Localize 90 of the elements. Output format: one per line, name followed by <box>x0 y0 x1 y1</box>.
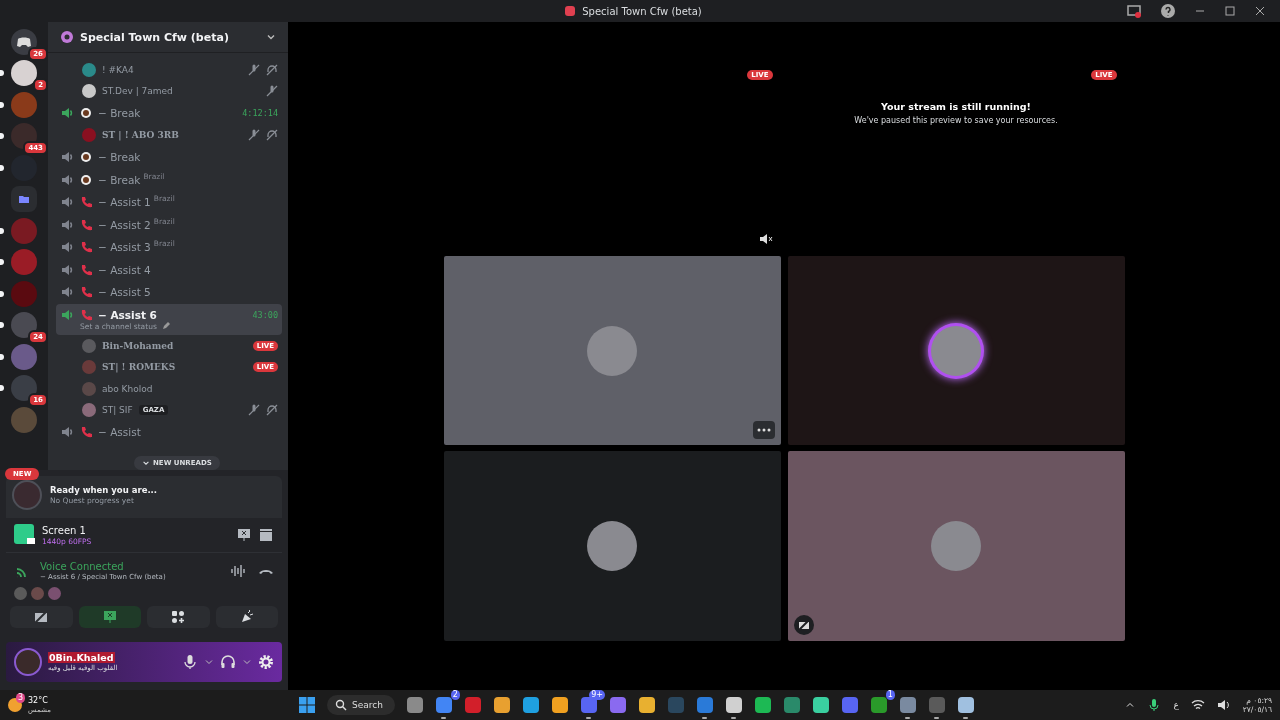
microphone-icon[interactable] <box>182 654 198 670</box>
call-timer: 43:00 <box>252 309 278 320</box>
server-icon[interactable] <box>11 60 37 87</box>
stop-stream-icon[interactable] <box>236 527 252 543</box>
voice-user[interactable]: abo Kholod <box>56 378 282 400</box>
waveform-icon[interactable] <box>230 563 246 579</box>
chevron-icon[interactable] <box>204 657 214 667</box>
app-icon <box>564 5 577 17</box>
phone-icon <box>80 241 92 254</box>
clapper-icon[interactable] <box>258 527 274 543</box>
user-avatar[interactable] <box>14 648 42 676</box>
temperature: 32°C <box>28 696 49 705</box>
gear-icon <box>60 30 74 44</box>
window-title: Special Town Cfw (beta) <box>582 5 702 17</box>
control-button[interactable] <box>215 606 278 628</box>
voice-channel[interactable]: − Break 4:12:14 <box>56 102 282 125</box>
screen-share-icon <box>14 524 36 546</box>
voice-status[interactable]: Voice Connected <box>40 561 166 572</box>
chevron-up-icon[interactable] <box>1125 700 1136 710</box>
phone-icon <box>80 218 92 231</box>
shapes-icon <box>170 609 187 625</box>
notification-badge: 3 <box>16 693 26 703</box>
app-icon[interactable] <box>551 697 568 713</box>
app-icon[interactable] <box>754 697 771 713</box>
screen-share-icon <box>101 609 118 625</box>
voice-channel[interactable]: − Assist 4 <box>56 258 282 281</box>
settings-icon[interactable] <box>258 654 274 670</box>
search-icon <box>335 699 347 711</box>
app-icon[interactable] <box>899 697 916 713</box>
control-button[interactable] <box>10 606 73 628</box>
app-icon[interactable] <box>493 697 510 713</box>
muted-speaker-icon[interactable] <box>758 232 773 246</box>
language-indicator[interactable]: ع <box>1173 700 1179 710</box>
sun-icon <box>8 698 22 712</box>
folder-icon <box>18 193 30 206</box>
cup-icon <box>80 151 92 164</box>
voice-user[interactable]: ! #KA4 <box>56 59 282 81</box>
stream-message: Your stream is still running! <box>881 101 1031 112</box>
call-timer: 4:12:14 <box>242 108 278 119</box>
voice-channel[interactable]: − Assist 5 <box>56 281 282 304</box>
phone-icon <box>80 263 92 276</box>
headphones-icon[interactable] <box>220 654 236 670</box>
start-icon[interactable] <box>298 696 316 714</box>
search-box[interactable]: Search <box>327 695 395 715</box>
phone-icon <box>80 196 92 209</box>
help-icon[interactable] <box>1160 3 1176 19</box>
app-icon[interactable] <box>812 697 829 713</box>
control-button[interactable] <box>78 606 141 628</box>
stream-note: We've paused this preview to save your resources. <box>854 116 1058 125</box>
pencil-icon <box>160 321 171 331</box>
chevron-icon <box>266 32 276 42</box>
app-icon[interactable] <box>638 697 655 713</box>
quest-avatar <box>12 480 42 510</box>
voice-channel[interactable]: − Break <box>56 146 282 169</box>
maximize-icon[interactable] <box>1224 5 1236 17</box>
voice-user[interactable]: ST | ! ABO 3RB <box>56 124 282 146</box>
app-icon[interactable] <box>725 697 742 713</box>
app-badge: 9+ <box>589 690 605 700</box>
app-icon[interactable] <box>957 697 974 713</box>
cup-icon <box>80 173 92 186</box>
phone-icon <box>80 308 92 321</box>
voice-user[interactable]: ST.Dev | 7amed <box>56 80 282 102</box>
participant-avatar[interactable] <box>48 587 61 600</box>
participant-tile[interactable] <box>787 256 1125 445</box>
chevron-icon <box>142 459 150 467</box>
participant-tile[interactable] <box>443 451 781 641</box>
app-icon[interactable] <box>406 697 423 713</box>
voice-channel[interactable]: − Assist <box>56 421 282 444</box>
app-icon[interactable] <box>870 697 887 713</box>
server-folder[interactable] <box>11 186 37 213</box>
wifi-icon[interactable] <box>1190 698 1205 712</box>
app-icon[interactable] <box>435 697 452 713</box>
more-icon[interactable] <box>752 421 775 439</box>
phone-icon <box>80 286 92 299</box>
phone-icon <box>80 426 92 439</box>
app-badge: 1 <box>885 690 895 700</box>
username[interactable]: 0Bin.Khaled <box>48 652 115 663</box>
quest-title: Ready when you are... <box>50 485 158 495</box>
app-icon[interactable] <box>522 697 539 713</box>
volume-icon[interactable] <box>1216 698 1231 712</box>
control-button[interactable] <box>147 606 210 628</box>
participant-tile[interactable] <box>787 451 1125 641</box>
participant-tile[interactable] <box>443 256 781 445</box>
close-icon[interactable] <box>1254 5 1266 17</box>
monitor-icon[interactable] <box>1126 3 1142 19</box>
stream-title: Screen 1 <box>42 524 87 536</box>
server-header[interactable]: Special Town Cfw (beta) <box>48 22 288 53</box>
app-badge: 2 <box>450 690 460 700</box>
cup-icon <box>80 107 92 120</box>
microphone-icon[interactable] <box>1147 698 1162 712</box>
